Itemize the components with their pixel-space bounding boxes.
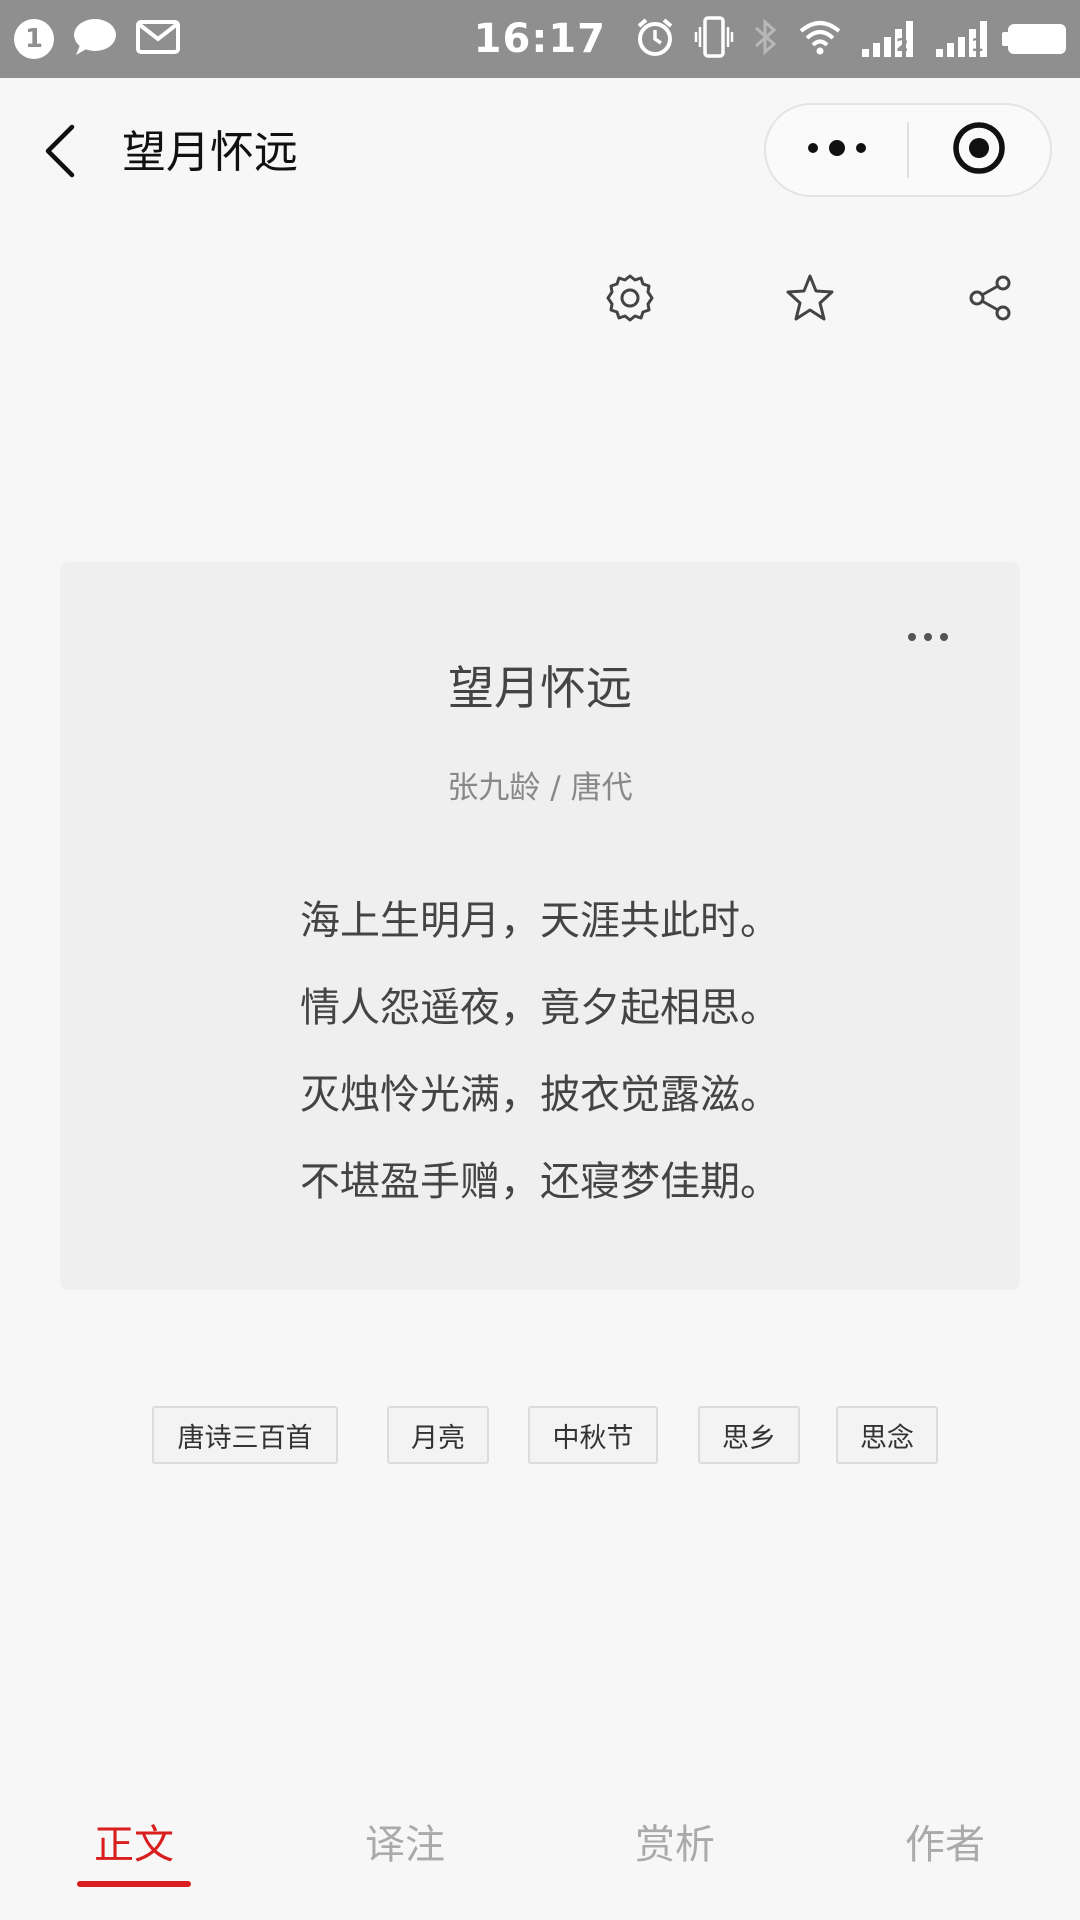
tag-moon[interactable]: 月亮	[387, 1406, 489, 1464]
poem-card: 望月怀远 张九龄 / 唐代 海上生明月，天涯共此时。 情人怨遥夜，竟夕起相思。 …	[60, 562, 1020, 1290]
back-button[interactable]	[30, 118, 90, 188]
action-toolbar	[0, 265, 1080, 335]
tag-homesick[interactable]: 思乡	[698, 1406, 800, 1464]
notification-count-badge: 1	[14, 19, 54, 59]
nav-bar: 望月怀远	[0, 78, 1080, 228]
more-dots-icon	[805, 138, 869, 162]
chat-bubble-icon	[72, 17, 118, 61]
share-icon	[965, 273, 1015, 327]
active-tab-indicator	[77, 1881, 191, 1887]
alarm-clock-icon	[634, 16, 676, 62]
bottom-tab-bar: 正文 译注 赏析 作者	[0, 1800, 1080, 1920]
mail-icon	[136, 20, 180, 58]
chevron-left-icon	[42, 123, 78, 183]
ellipsis-icon	[906, 628, 950, 647]
tab-translation[interactable]: 译注	[305, 1820, 505, 1870]
tag-longing[interactable]: 思念	[836, 1406, 938, 1464]
bluetooth-icon	[752, 16, 780, 62]
poem-author: 张九龄 / 唐代	[447, 770, 633, 806]
settings-button[interactable]	[600, 265, 660, 335]
tag-tang-300[interactable]: 唐诗三百首	[152, 1406, 338, 1464]
status-time: 16:17	[473, 16, 606, 62]
status-left: 1	[14, 17, 180, 61]
star-icon	[784, 272, 836, 328]
share-button[interactable]	[960, 265, 1020, 335]
status-right: 16:17 2 1	[474, 10, 1066, 68]
signal-sim2-icon: 2	[860, 19, 916, 59]
status-bar: 1 16:17 2 1	[0, 0, 1080, 78]
poem-line: 海上生明月，天涯共此时。	[300, 898, 780, 944]
poem-title: 望月怀远	[448, 661, 632, 715]
favorite-button[interactable]	[780, 265, 840, 335]
poem-line: 不堪盈手赠，还寝梦佳期。	[300, 1159, 780, 1205]
card-more-button[interactable]	[898, 622, 958, 652]
tab-author[interactable]: 作者	[845, 1820, 1045, 1870]
sim2-label: 2	[896, 35, 909, 56]
gear-icon	[605, 273, 655, 327]
tab-text[interactable]: 正文	[34, 1820, 234, 1870]
mini-program-capsule	[764, 103, 1052, 197]
poem-line: 情人怨遥夜，竟夕起相思。	[300, 985, 780, 1031]
vibrate-icon	[694, 15, 734, 63]
close-mini-program-button[interactable]	[909, 105, 1050, 195]
wifi-icon	[798, 18, 842, 60]
target-circle-icon	[951, 120, 1007, 180]
tab-appreciation[interactable]: 赏析	[575, 1820, 775, 1870]
tag-mid-autumn[interactable]: 中秋节	[528, 1406, 658, 1464]
poem-body: 海上生明月，天涯共此时。 情人怨遥夜，竟夕起相思。 灭烛怜光满，披衣觉露滋。 不…	[60, 878, 1020, 1226]
signal-sim1-icon: 1	[934, 19, 990, 59]
battery-icon	[1002, 24, 1066, 54]
more-menu-button[interactable]	[766, 105, 907, 195]
tag-list: 唐诗三百首 月亮 中秋节 思乡 思念	[0, 1406, 1080, 1464]
poem-line: 灭烛怜光满，披衣觉露滋。	[300, 1072, 780, 1118]
sim1-label: 1	[971, 35, 984, 56]
page-title: 望月怀远	[122, 127, 298, 178]
